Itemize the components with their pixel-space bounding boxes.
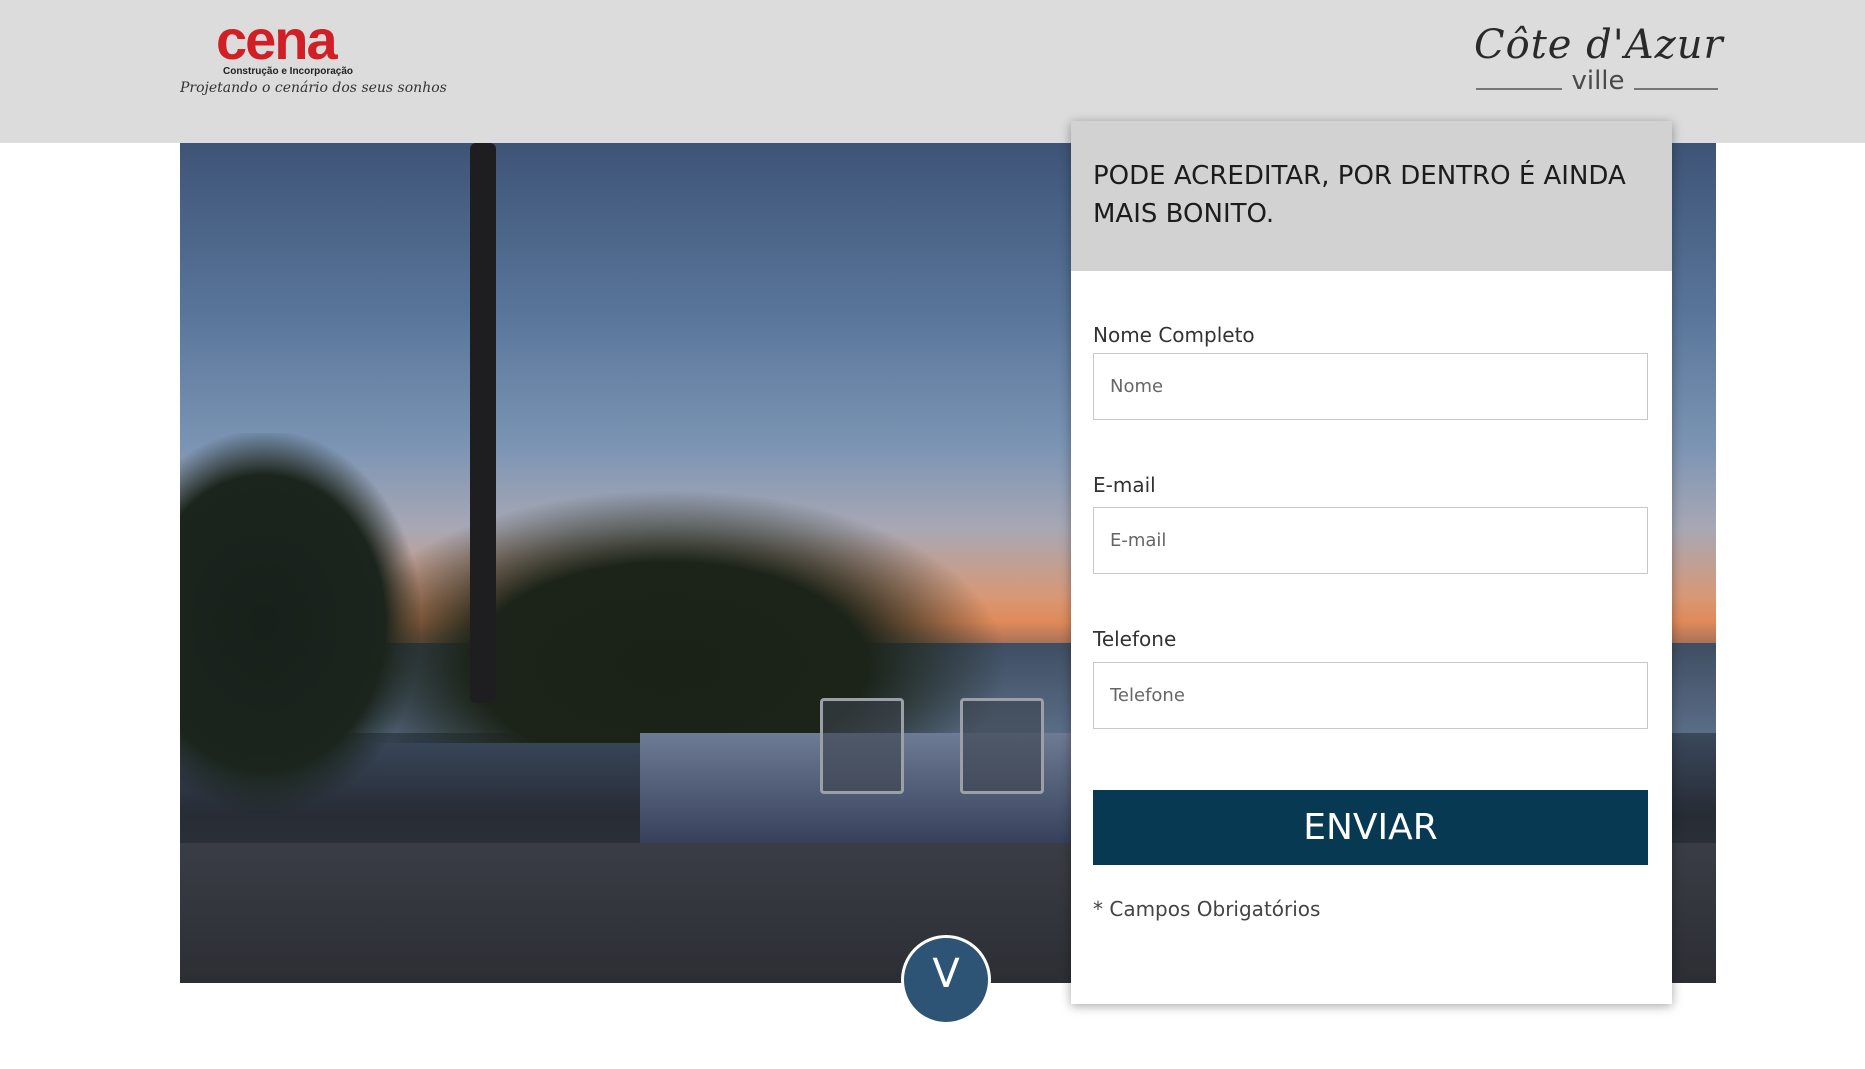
submit-button[interactable]: ENVIAR <box>1093 790 1648 865</box>
name-label: Nome Completo <box>1093 323 1255 347</box>
scroll-down-button[interactable]: V <box>901 935 991 1025</box>
hero-lounge-chair <box>960 698 1044 794</box>
cote-dazur-logo-script: Côte d'Azur <box>1474 22 1724 68</box>
cote-dazur-logo-ville: ville <box>1571 66 1625 96</box>
phone-label: Telefone <box>1093 627 1177 651</box>
email-label: E-mail <box>1093 473 1156 497</box>
phone-input[interactable] <box>1093 662 1648 729</box>
hero-palm-trunk <box>470 143 496 703</box>
chevron-down-icon: V <box>932 951 960 997</box>
cote-dazur-logo[interactable]: Côte d'Azur ville <box>1472 18 1724 103</box>
cena-logo[interactable]: cena Construção e Incorporação Projetand… <box>178 12 447 103</box>
required-fields-note: * Campos Obrigatórios <box>1093 897 1321 921</box>
form-title: PODE ACREDITAR, POR DENTRO É AINDA MAIS … <box>1093 161 1626 229</box>
contact-form-panel: PODE ACREDITAR, POR DENTRO É AINDA MAIS … <box>1071 121 1672 1004</box>
form-header: PODE ACREDITAR, POR DENTRO É AINDA MAIS … <box>1071 121 1672 271</box>
name-input[interactable] <box>1093 353 1648 420</box>
cena-logo-subtitle: Construção e Incorporação <box>222 66 354 77</box>
hero-trees-center <box>320 483 1020 743</box>
hero-lounge-chair <box>820 698 904 794</box>
cena-logo-wordmark: cena <box>216 8 338 71</box>
logo-divider-left <box>1476 88 1562 90</box>
logo-divider-right <box>1634 88 1718 90</box>
cena-logo-tagline: Projetando o cenário dos seus sonhos <box>180 80 447 96</box>
email-input[interactable] <box>1093 507 1648 574</box>
